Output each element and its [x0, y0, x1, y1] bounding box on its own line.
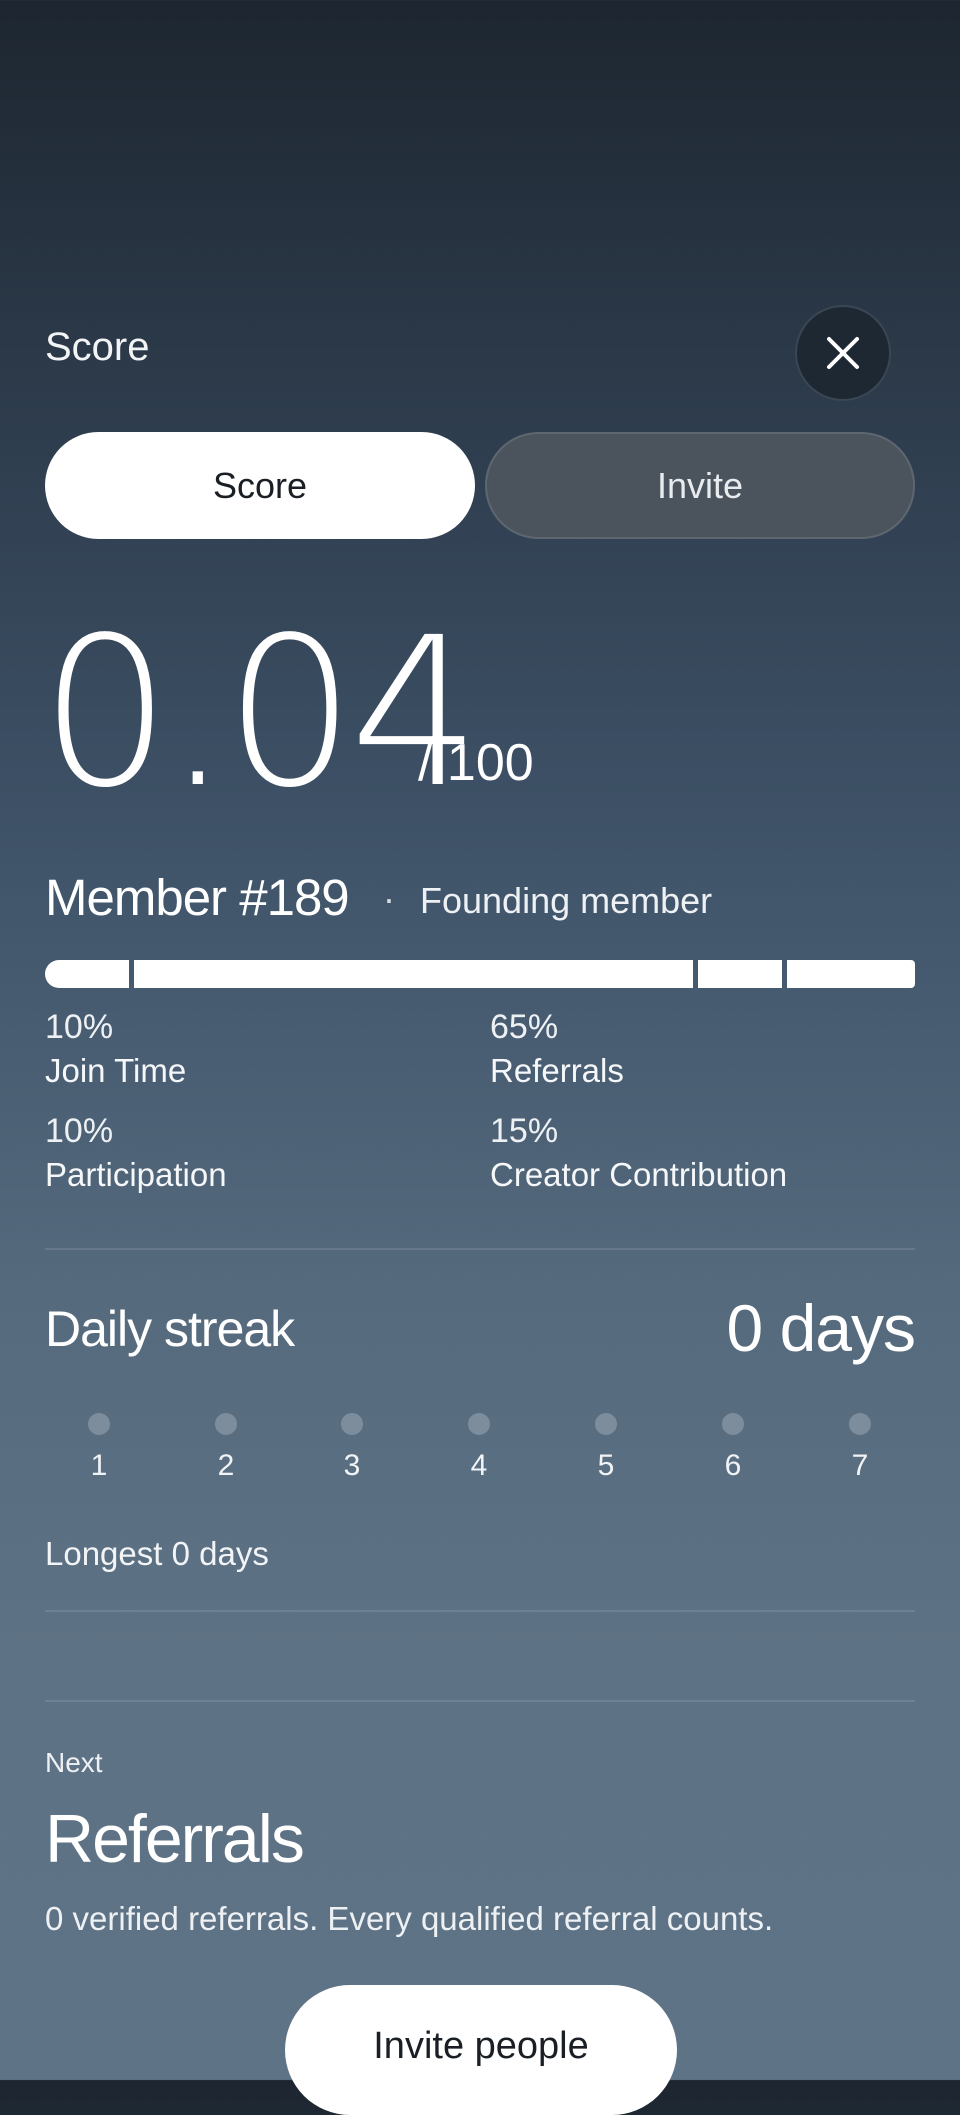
- next-label: Next: [45, 1747, 103, 1778]
- participation-label: Participation: [45, 1156, 227, 1193]
- close-button[interactable]: [795, 305, 891, 401]
- streak-day-number: 1: [90, 1449, 108, 1482]
- join-time-label: Join Time: [45, 1052, 187, 1089]
- score-value: 0.04: [40, 593, 481, 833]
- member-separator: ·: [383, 878, 395, 919]
- join-time-percent: 10%: [45, 1008, 114, 1046]
- streak-day: 1: [69, 1413, 129, 1483]
- member-number: Member #189: [45, 869, 350, 926]
- close-icon: [827, 337, 859, 369]
- streak-day-dot: [215, 1413, 237, 1435]
- referrals-percent: 65%: [490, 1008, 559, 1046]
- bar-segment-join-time: [45, 960, 129, 988]
- tab-score[interactable]: Score: [45, 432, 475, 539]
- streak-day: 5: [576, 1413, 636, 1483]
- streak-day-number: 2: [217, 1449, 235, 1482]
- streak-day-number: 3: [343, 1449, 361, 1482]
- streak-day: 3: [322, 1413, 382, 1483]
- bar-segment-participation: [698, 960, 782, 988]
- streak-day-number: 5: [597, 1449, 615, 1482]
- streak-day-dot: [595, 1413, 617, 1435]
- streak-day: 2: [196, 1413, 256, 1483]
- score-max: / 100: [418, 734, 534, 792]
- streak-day-dot: [849, 1413, 871, 1435]
- streak-day-dot: [88, 1413, 110, 1435]
- bar-segment-creator-contribution: [787, 960, 915, 988]
- creator-contribution-percent: 15%: [490, 1112, 559, 1150]
- streak-day-number: 6: [724, 1449, 742, 1482]
- tab-invite[interactable]: Invite: [485, 432, 915, 539]
- streak-title: Daily streak: [45, 1301, 295, 1357]
- streak-value: 0 days: [726, 1291, 916, 1365]
- streak-day: 7: [830, 1413, 890, 1483]
- next-title: Referrals: [45, 1801, 305, 1877]
- referrals-label: Referrals: [490, 1052, 624, 1089]
- bar-segment-referrals: [134, 960, 693, 988]
- member-tag: Founding member: [420, 880, 713, 921]
- streak-day: 4: [449, 1413, 509, 1483]
- divider: [45, 1248, 915, 1250]
- divider: [45, 1610, 915, 1612]
- score-breakdown-bar: [45, 960, 915, 988]
- streak-day-dot: [468, 1413, 490, 1435]
- participation-percent: 10%: [45, 1112, 114, 1150]
- divider: [45, 1700, 915, 1702]
- streak-day: 6: [703, 1413, 763, 1483]
- page-title: Score: [45, 325, 150, 369]
- creator-contribution-label: Creator Contribution: [490, 1156, 788, 1193]
- longest-streak: Longest 0 days: [45, 1535, 269, 1572]
- streak-day-dot: [341, 1413, 363, 1435]
- invite-people-button[interactable]: Invite people: [285, 1985, 677, 2115]
- streak-day-number: 4: [470, 1449, 488, 1482]
- streak-day-number: 7: [851, 1449, 869, 1482]
- next-description: 0 verified referrals. Every qualified re…: [45, 1900, 774, 1937]
- streak-day-dot: [722, 1413, 744, 1435]
